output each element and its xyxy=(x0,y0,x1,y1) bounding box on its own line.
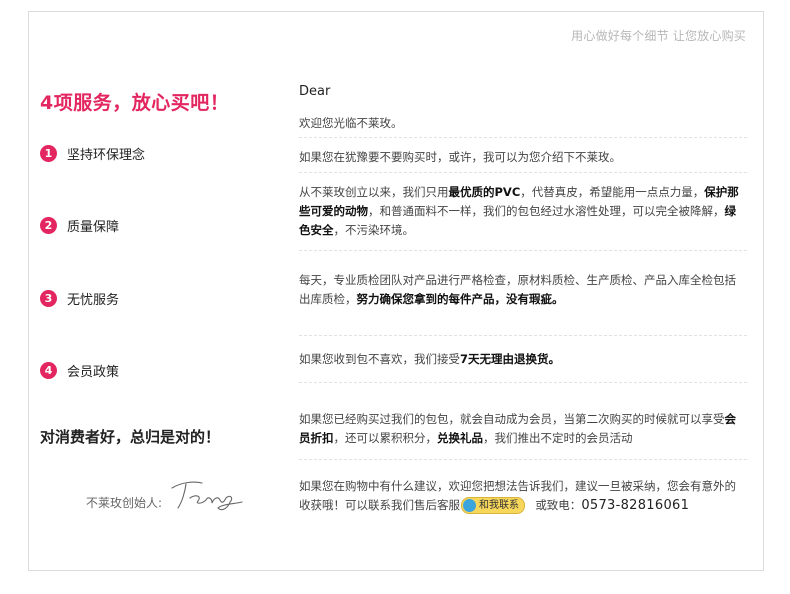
divider xyxy=(299,250,747,251)
consumer-motto: 对消费者好，总归是对的！ xyxy=(40,428,221,446)
service-item-eco: 1 坚持环保理念 xyxy=(40,144,145,163)
service-item-quality: 2 质量保障 xyxy=(40,216,119,235)
welcome-text: 欢迎您光临不莱玫。 xyxy=(299,116,403,130)
number-badge-4: 4 xyxy=(40,362,57,379)
contact-service-button[interactable]: 和我联系 xyxy=(461,497,525,514)
chat-avatar-icon xyxy=(463,499,476,512)
divider xyxy=(299,335,747,336)
service-item-membership: 4 会员政策 xyxy=(40,361,119,380)
divider xyxy=(299,137,747,138)
intro-text: 如果您在犹豫要不要购买时，或许，我可以为您介绍下不莱玫。 xyxy=(299,150,621,164)
eco-paragraph: 从不莱玫创立以来，我们只用最优质的PVC，代替真皮，希望能用一点点力量，保护那些… xyxy=(299,185,739,237)
number-badge-1: 1 xyxy=(40,145,57,162)
services-heading: 4项服务，放心买吧！ xyxy=(40,92,230,114)
service-item-worry-free: 3 无忧服务 xyxy=(40,289,119,308)
number-badge-3: 3 xyxy=(40,290,57,307)
divider xyxy=(299,459,747,460)
service-label: 会员政策 xyxy=(67,365,120,380)
return-paragraph: 如果您收到包不喜欢，我们接受7天无理由退换货。 xyxy=(299,352,561,366)
quality-paragraph: 每天，专业质检团队对产品进行严格检查，原材料质检、生产质检、产品入库全检包括出库… xyxy=(299,273,736,306)
membership-paragraph: 如果您已经购买过我们的包包，就会自动成为会员，当第二次购买的时候就可以享受会员折… xyxy=(299,412,736,445)
divider xyxy=(299,382,747,383)
slogan: 用心做好每个细节 让您放心购买 xyxy=(571,29,746,43)
phone-number: 0573-82816061 xyxy=(581,498,690,513)
service-label: 质量保障 xyxy=(67,220,120,235)
founder-signature xyxy=(171,481,243,511)
greeting: Dear xyxy=(299,84,331,99)
service-label: 无忧服务 xyxy=(67,293,120,308)
service-label: 坚持环保理念 xyxy=(67,148,146,163)
founder-label: 不莱玫创始人: xyxy=(86,496,163,510)
divider xyxy=(299,172,747,173)
number-badge-2: 2 xyxy=(40,217,57,234)
contact-paragraph: 如果您在购物中有什么建议，欢迎您把想法告诉我们，建议一旦被采纳，您会有意外的收获… xyxy=(299,479,736,514)
